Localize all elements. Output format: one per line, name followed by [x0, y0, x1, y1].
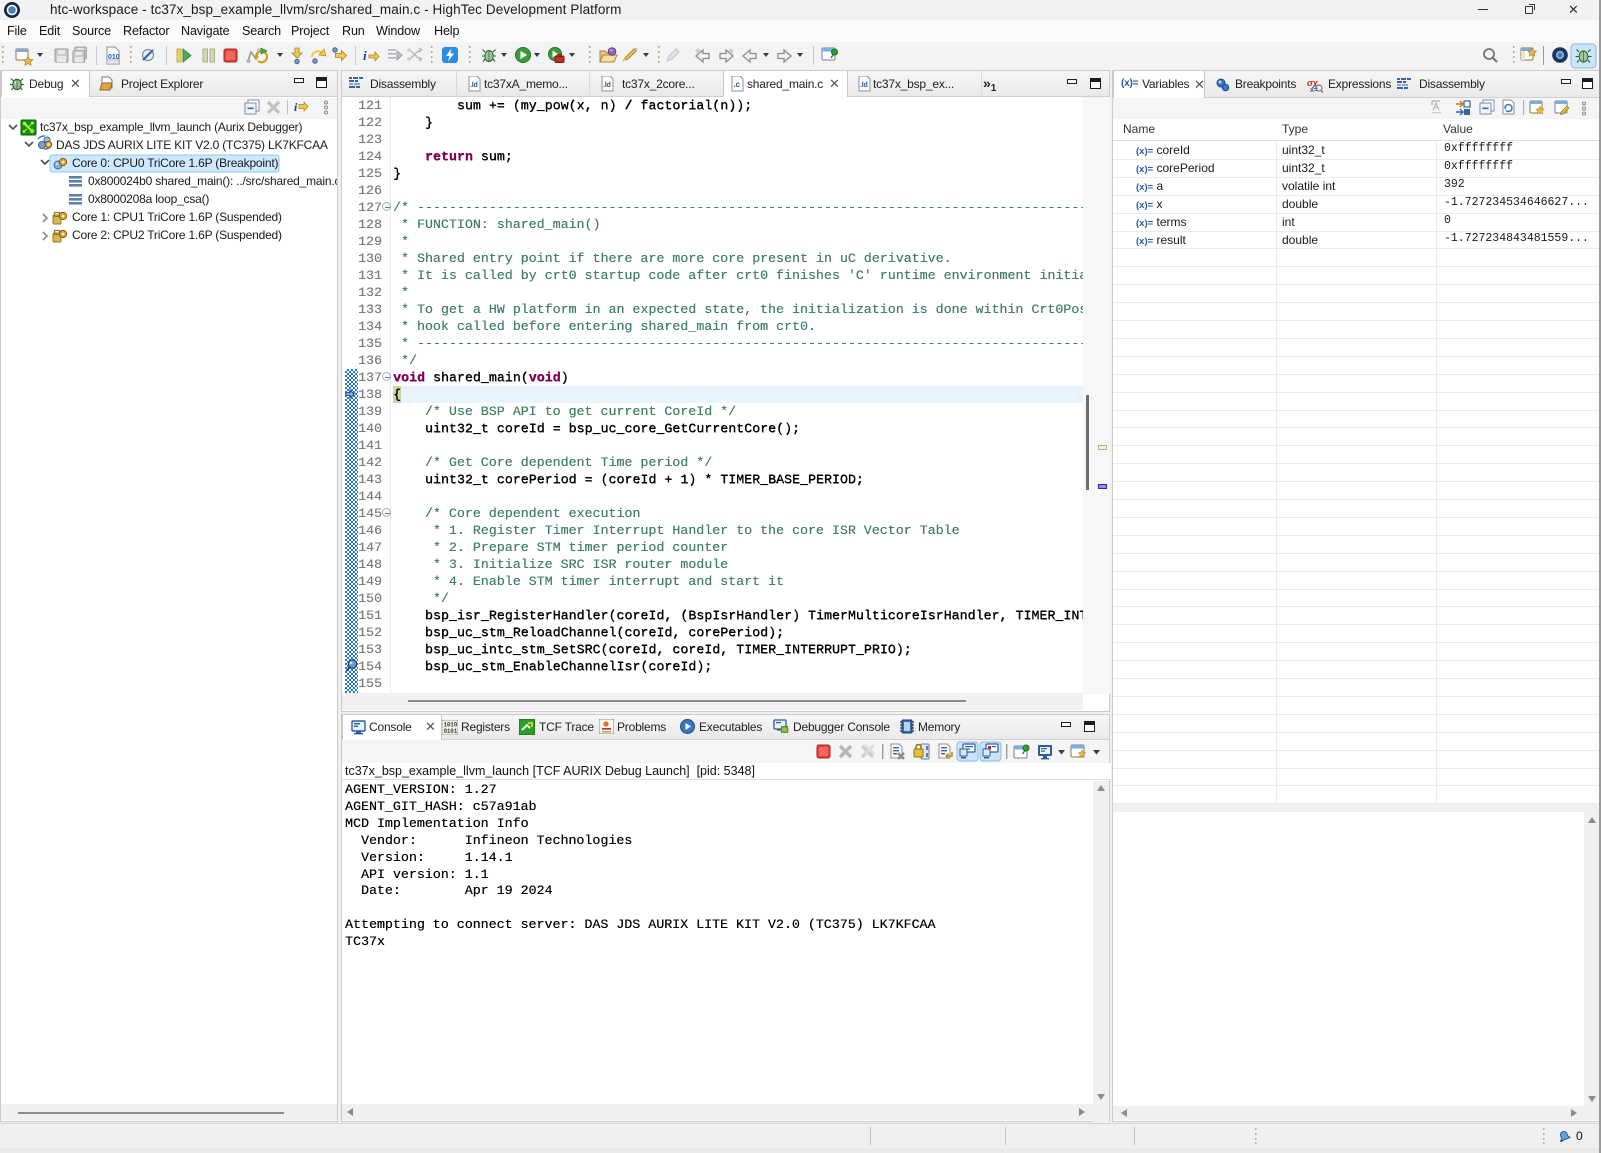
svg-text:.c: .c [734, 80, 741, 89]
svg-text:.ld: .ld [860, 82, 868, 89]
svg-text:.ld: .ld [603, 82, 611, 89]
svg-text:0101: 0101 [444, 728, 458, 735]
svg-text:i: i [294, 100, 298, 114]
svg-text:i: i [363, 48, 367, 63]
svg-text:.ld: .ld [470, 82, 478, 89]
